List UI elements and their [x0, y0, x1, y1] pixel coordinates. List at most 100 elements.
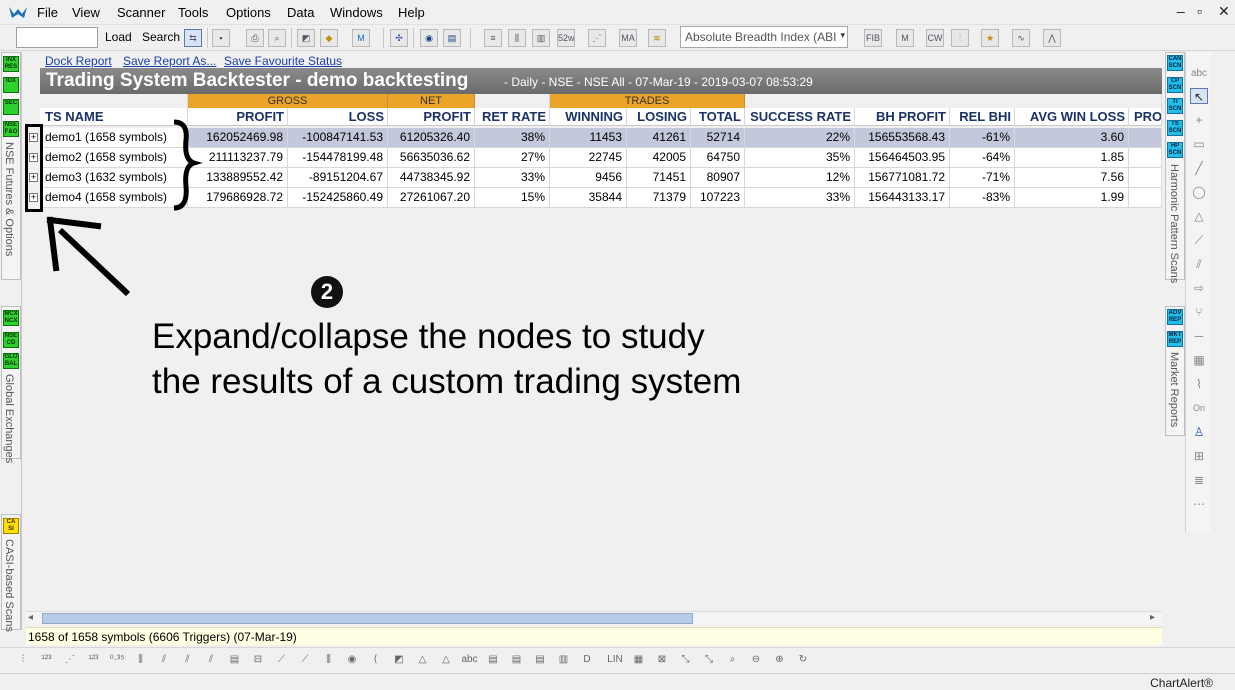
linear-scale-icon[interactable]: LIN: [606, 652, 624, 668]
sec-badge[interactable]: SEC: [3, 99, 19, 115]
col-total[interactable]: TOTAL: [691, 108, 745, 126]
scroll-right-icon[interactable]: ▸: [1150, 612, 1155, 623]
col-rel-bhi[interactable]: REL BHI: [950, 108, 1015, 126]
star-icon[interactable]: ★: [981, 29, 999, 47]
chart-style-icon[interactable]: ◩: [297, 29, 315, 47]
menu-scanner[interactable]: Scanner: [117, 5, 165, 20]
count2-icon[interactable]: ¹²³: [85, 652, 103, 668]
close-icon[interactable]: ✕: [1218, 3, 1230, 20]
spread-icon[interactable]: ⋰: [588, 29, 606, 47]
table-row[interactable]: demo4 (1658 symbols) 179686928.72 -1524258…: [40, 188, 1162, 208]
nse-futures-label[interactable]: NSE Futures & Options: [3, 142, 15, 256]
menu-view[interactable]: View: [72, 5, 100, 20]
casi-badge[interactable]: CA SI: [3, 518, 19, 534]
zigzag-icon[interactable]: ≋: [648, 29, 666, 47]
menu-tools[interactable]: Tools: [178, 5, 208, 20]
grid-icon[interactable]: ▦: [1190, 352, 1208, 368]
refresh-icon[interactable]: ↻: [794, 652, 812, 668]
search-button[interactable]: Search: [142, 30, 180, 44]
arrow-icon[interactable]: ⇨: [1190, 280, 1208, 296]
fit-icon[interactable]: ⊠: [653, 652, 671, 668]
rep3-icon[interactable]: ▤: [531, 652, 549, 668]
tri1-icon[interactable]: △: [414, 652, 432, 668]
idx-badge[interactable]: IDX: [3, 77, 19, 93]
menu-help[interactable]: Help: [398, 5, 425, 20]
table-row[interactable]: demo3 (1632 symbols) 133889552.42 -8915120…: [40, 168, 1162, 188]
candle-icon[interactable]: ⫶: [951, 29, 969, 47]
scroll-left-icon[interactable]: ◂: [28, 612, 33, 623]
col-gross-loss[interactable]: LOSS: [288, 108, 388, 126]
print-preview-icon[interactable]: ⌕: [268, 29, 286, 47]
col-bh-profit[interactable]: BH PROFIT: [855, 108, 950, 126]
harmonic-scans-label[interactable]: Harmonic Pattern Scans: [1168, 164, 1180, 283]
col-net-profit[interactable]: PROFIT: [388, 108, 475, 126]
label-icon[interactable]: abc: [461, 652, 479, 668]
save-report-link[interactable]: Save Report As...: [123, 54, 216, 68]
menu-options[interactable]: Options: [226, 5, 271, 20]
fan-icon[interactable]: ⌇: [1190, 376, 1208, 392]
text-tool-icon[interactable]: abc: [1190, 66, 1208, 82]
rep2-icon[interactable]: ▤: [508, 652, 526, 668]
adv-rep-badge[interactable]: ADV REP: [1167, 309, 1183, 325]
pitch-icon[interactable]: ≣: [1190, 472, 1208, 488]
save-icon[interactable]: ▪: [212, 29, 230, 47]
pointer-icon[interactable]: ↖: [1190, 88, 1208, 104]
hline-icon[interactable]: ─: [1190, 328, 1208, 344]
can-scn-badge[interactable]: CAN SCN: [1167, 55, 1183, 71]
breadth-index-select[interactable]: Absolute Breadth Index (ABI ▾: [680, 26, 848, 48]
rectangle-icon[interactable]: ▭: [1190, 136, 1208, 152]
col-winning[interactable]: WINNING: [550, 108, 627, 126]
backtest-icon[interactable]: ⇆: [184, 29, 202, 47]
casi-scans-label[interactable]: CASI-based Scans: [3, 539, 15, 632]
col-avg-win-loss[interactable]: AVG WIN LOSS: [1015, 108, 1129, 126]
nse-cd-badge[interactable]: NSE CD: [3, 332, 19, 348]
mkt-rep-badge[interactable]: MKT REP: [1167, 331, 1183, 347]
mountain-icon[interactable]: ⋀: [1043, 29, 1061, 47]
market-reports-label[interactable]: Market Reports: [1168, 352, 1180, 427]
box-icon[interactable]: ⊟: [249, 652, 267, 668]
trend-icon[interactable]: ⟋: [1190, 232, 1208, 248]
bars-icon[interactable]: ⫼: [508, 29, 526, 47]
fork-icon[interactable]: ⑂: [1190, 304, 1208, 320]
user-icon[interactable]: ♙: [1190, 424, 1208, 440]
table-row[interactable]: demo2 (1658 symbols) 211113237.79 -1544781…: [40, 148, 1162, 168]
market-icon[interactable]: M: [352, 29, 370, 47]
zoom-out-icon[interactable]: ⊖: [747, 652, 765, 668]
save-favourite-link[interactable]: Save Favourite Status: [224, 54, 342, 68]
on-toggle-icon[interactable]: On: [1190, 400, 1208, 416]
chart-icon[interactable]: ◩: [390, 652, 408, 668]
line-icon[interactable]: ╱: [1190, 160, 1208, 176]
fib-icon[interactable]: ⁰·³⁵: [108, 652, 126, 668]
ch1-icon[interactable]: ⫽: [155, 652, 173, 668]
angle-icon[interactable]: ⟨: [367, 652, 385, 668]
menu-data[interactable]: Data: [287, 5, 314, 20]
menu-windows[interactable]: Windows: [330, 5, 383, 20]
ch2-icon[interactable]: ⫽: [179, 652, 197, 668]
col-pro[interactable]: PRO: [1129, 108, 1162, 126]
app-logo-icon[interactable]: [8, 5, 28, 21]
cp-scn-badge[interactable]: CP SCN: [1167, 77, 1183, 93]
col-success-rate[interactable]: SUCCESS RATE: [745, 108, 855, 126]
col-ts-name[interactable]: TS NAME: [40, 108, 188, 126]
52w-icon[interactable]: 52w: [557, 29, 575, 47]
cycle-icon[interactable]: ⋯: [1190, 496, 1208, 512]
minimize-icon[interactable]: –: [1177, 3, 1185, 19]
col-gross-profit[interactable]: PROFIT: [188, 108, 288, 126]
stack-icon[interactable]: ⫼: [132, 652, 150, 668]
hp-scn-badge[interactable]: HP SCN: [1167, 142, 1183, 158]
grid-icon[interactable]: ▦: [630, 652, 648, 668]
inx-res-badge[interactable]: INX RES: [3, 56, 19, 72]
eq-icon[interactable]: ≡: [484, 29, 502, 47]
gann-icon[interactable]: ⊞: [1190, 448, 1208, 464]
ch3-icon[interactable]: ⫽: [202, 652, 220, 668]
draw-mode-icon[interactable]: D: [578, 652, 596, 668]
ti-scn-badge[interactable]: TI SCN: [1167, 98, 1183, 114]
crosshair-icon[interactable]: +: [1190, 112, 1208, 128]
collapse-icon[interactable]: ⤡: [700, 652, 718, 668]
bar-icon[interactable]: ⫶: [14, 652, 32, 668]
symbol-search-input[interactable]: [16, 27, 98, 48]
tl1-icon[interactable]: ⟋: [273, 652, 291, 668]
nse-fo-badge[interactable]: NSE F&O: [3, 121, 19, 137]
zoom-in-icon[interactable]: ⊕: [771, 652, 789, 668]
restore-icon[interactable]: ▫: [1197, 3, 1202, 19]
